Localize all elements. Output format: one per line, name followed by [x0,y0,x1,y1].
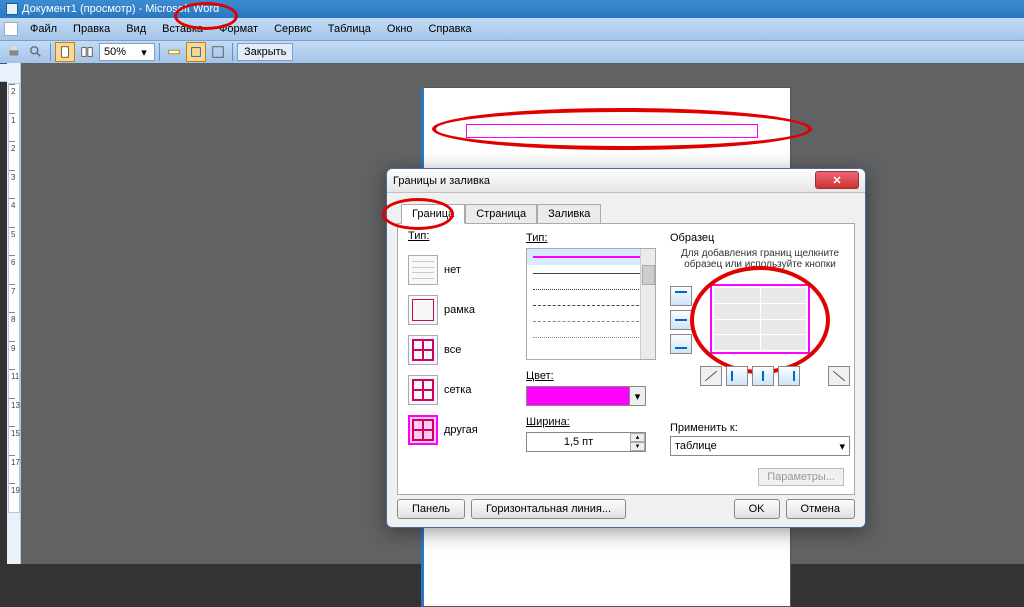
cancel-button[interactable]: Отмена [786,499,855,519]
multi-page-button[interactable] [77,42,97,62]
border-left-button[interactable] [726,366,748,386]
preview-section-label: Образец [670,232,850,244]
ok-button[interactable]: OK [734,499,780,519]
menu-view[interactable]: Вид [118,20,154,38]
style-dash2[interactable] [527,313,655,329]
apply-label: Применить к: [670,422,850,434]
border-diag1-button[interactable] [700,366,722,386]
preview-table [710,284,810,354]
doc-icon [4,22,18,36]
style-column: Тип: Цвет: ▾ [526,232,656,452]
print-button[interactable] [4,42,24,62]
apply-to-row: Применить к: таблице▾ [670,422,850,456]
width-section-label: Ширина: [526,416,656,428]
separator [232,43,233,61]
apply-to-select[interactable]: таблице▾ [670,436,850,456]
params-button: Параметры... [758,468,844,486]
border-bottom-button[interactable] [670,334,692,354]
vertical-ruler[interactable]: 2 1 2 3 4 5 6 7 8 9 11 13 15 17 19 [8,83,20,513]
menubar: Файл Правка Вид Вставка Формат Сервис Та… [0,18,1024,40]
one-page-button[interactable] [55,42,75,62]
type-section-label: Тип: [408,230,429,242]
window-titlebar: Документ1 (просмотр) - Microsoft Word [0,0,1024,18]
menu-edit[interactable]: Правка [65,20,118,38]
preview-area[interactable] [700,276,820,366]
style-dash[interactable] [527,297,655,313]
separator [159,43,160,61]
border-diag2-button[interactable] [828,366,850,386]
table-preview-cell [466,124,758,138]
type-all[interactable]: все [408,332,518,368]
dialog-tabs: Граница Страница Заливка [401,203,855,223]
toolbar: 50%▾ Закрыть [0,40,1024,64]
separator [50,43,51,61]
menu-help[interactable]: Справка [420,20,479,38]
ruler-button[interactable] [164,42,184,62]
menu-window[interactable]: Окно [379,20,421,38]
shrink-button[interactable] [186,42,206,62]
style-scrollbar[interactable] [640,249,655,359]
menu-table[interactable]: Таблица [320,20,379,38]
tab-fill[interactable]: Заливка [537,204,601,224]
fullscreen-button[interactable] [208,42,228,62]
border-type-list: нет рамка все сетка другая [408,252,518,452]
border-right-button[interactable] [778,366,800,386]
tab-border[interactable]: Граница [401,204,465,224]
color-section-label: Цвет: [526,370,656,382]
color-swatch [527,387,629,405]
width-spinner[interactable]: 1,5 пт ▴▾ [526,432,646,452]
type-grid[interactable]: сетка [408,372,518,408]
app-icon [6,3,18,15]
hline-button[interactable]: Горизонтальная линия... [471,499,626,519]
chevron-down-icon: ▾ [839,440,845,453]
window-title: Документ1 (просмотр) - Microsoft Word [22,3,219,15]
border-hmid-button[interactable] [670,310,692,330]
menu-insert[interactable]: Вставка [154,20,211,38]
style-solid-magenta[interactable] [527,249,655,265]
dialog-close-button[interactable]: ✕ [815,171,859,189]
type-none[interactable]: нет [408,252,518,288]
dialog-title: Границы и заливка [393,175,490,187]
dialog-titlebar[interactable]: Границы и заливка ✕ [387,169,865,193]
spin-up-icon[interactable]: ▴ [630,433,645,442]
chevron-down-icon: ▾ [138,46,150,59]
dialog-footer: Панель Горизонтальная линия... OK Отмена [397,499,855,519]
magnifier-button[interactable] [26,42,46,62]
tab-page[interactable]: Страница [465,204,537,224]
menu-file[interactable]: Файл [22,20,65,38]
style-dotted[interactable] [527,281,655,297]
close-preview-button[interactable]: Закрыть [237,43,293,61]
panel-button[interactable]: Панель [397,499,465,519]
style-section-label: Тип: [526,232,656,244]
color-picker[interactable]: ▾ [526,386,646,406]
style-thin[interactable] [527,265,655,281]
border-top-button[interactable] [670,286,692,306]
menu-format[interactable]: Формат [211,20,266,38]
type-box[interactable]: рамка [408,292,518,328]
chevron-down-icon: ▾ [629,387,645,405]
tab-panel-border: Тип: нет рамка все сетка [397,223,855,495]
menu-service[interactable]: Сервис [266,20,320,38]
spin-down-icon[interactable]: ▾ [630,442,645,451]
borders-shading-dialog: Границы и заливка ✕ Граница Страница Зал… [386,168,866,528]
preview-hint: Для добавления границ щелкните образец и… [670,248,850,270]
zoom-combo[interactable]: 50%▾ [99,43,155,61]
border-vmid-button[interactable] [752,366,774,386]
vertical-ruler-column: 2 1 2 3 4 5 6 7 8 9 11 13 15 17 19 [7,63,21,564]
type-other[interactable]: другая [408,412,518,448]
preview-column: Образец Для добавления границ щелкните о… [670,232,850,386]
style-dotted2[interactable] [527,329,655,345]
line-style-list[interactable] [526,248,656,360]
